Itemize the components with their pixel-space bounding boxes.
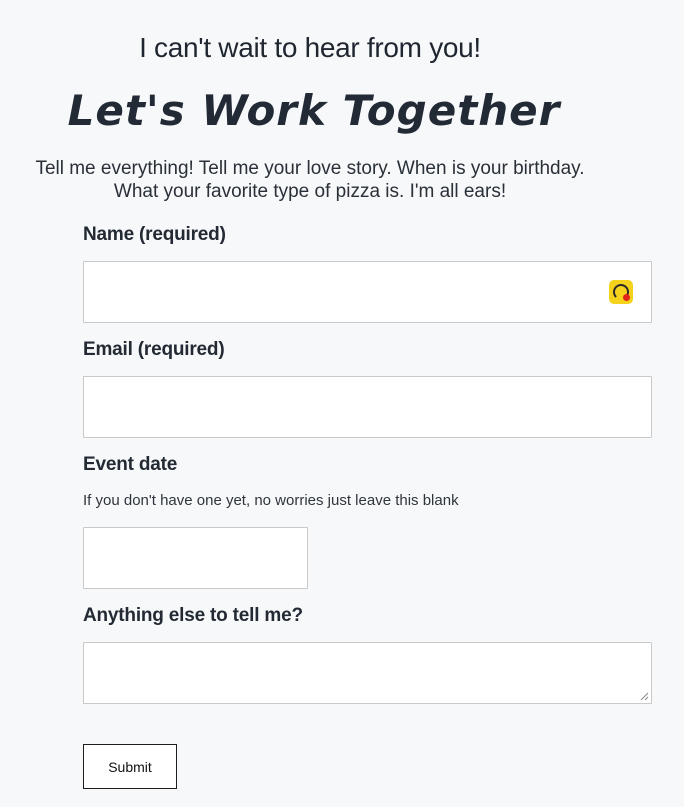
email-label: Email (required)	[83, 339, 225, 360]
name-field[interactable]	[83, 261, 652, 323]
page-subtitle: I can't wait to hear from you!	[139, 32, 481, 63]
message-textarea[interactable]	[83, 642, 652, 704]
message-label: Anything else to tell me?	[83, 605, 303, 626]
event-date-label: Event date	[83, 454, 178, 475]
status-dot	[623, 294, 630, 301]
name-label: Name (required)	[83, 224, 226, 245]
intro-line-2: What your favorite type of pizza is. I'm…	[113, 181, 507, 202]
submit-button[interactable]: Submit	[83, 744, 177, 789]
intro-line-1: Tell me everything! Tell me your love st…	[35, 158, 585, 179]
event-date-field[interactable]	[83, 527, 308, 589]
email-field[interactable]	[83, 376, 652, 438]
intro-text: Tell me everything! Tell me your love st…	[0, 157, 620, 203]
password-manager-icon[interactable]	[609, 280, 633, 304]
event-date-hint: If you don't have one yet, no worries ju…	[83, 492, 459, 509]
resize-handle-icon[interactable]	[639, 691, 649, 701]
page-title: Let's Work Together	[67, 86, 561, 135]
